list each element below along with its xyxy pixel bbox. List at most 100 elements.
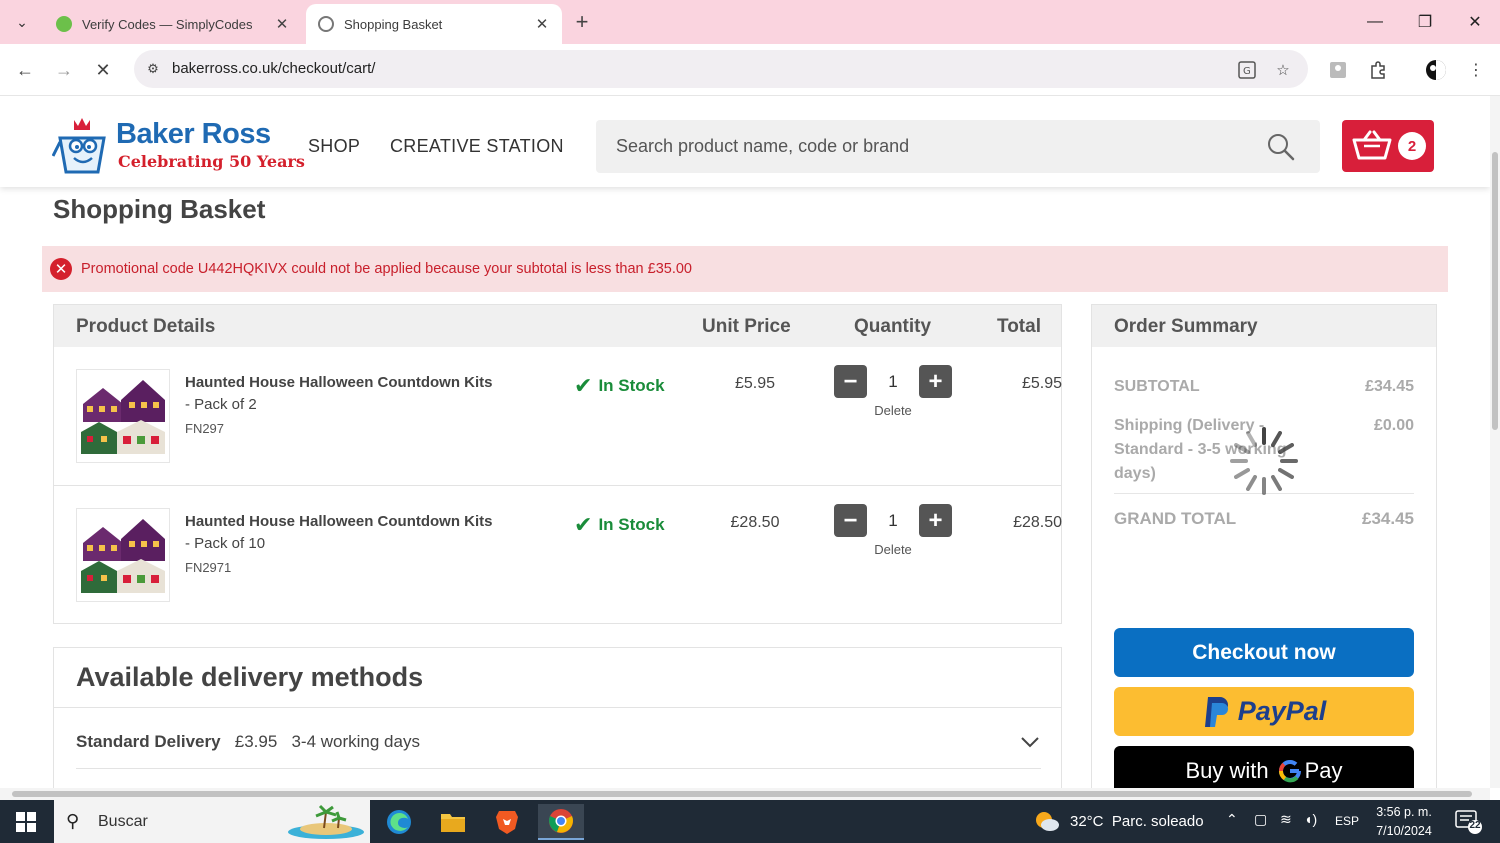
tab-title: Shopping Basket (344, 16, 443, 32)
taskbar-search[interactable]: ⚲ Buscar (54, 800, 370, 843)
minimize-icon[interactable]: — (1352, 6, 1398, 38)
address-bar[interactable]: ⚙ bakerross.co.uk/checkout/cart/ G ☆ (134, 50, 1308, 88)
nav-shop[interactable]: SHOP (308, 136, 360, 157)
product-name[interactable]: Haunted House Halloween Countdown Kits - … (185, 511, 515, 555)
promo-error-alert: ✕ Promotional code U442HQKIVX could not … (42, 246, 1448, 292)
product-image[interactable] (76, 508, 170, 602)
table-row: Haunted House Halloween Countdown Kits - … (54, 486, 1062, 625)
profile-avatar-icon[interactable] (1424, 58, 1448, 82)
page-content: Baker Ross Celebrating 50 Years SHOP CRE… (0, 96, 1490, 788)
paypal-wordmark-text: PayPal (1237, 696, 1327, 726)
windows-taskbar: ⚲ Buscar 32°C Parc. soleado ⌃ ▢ ≋ ◖) ESP… (0, 800, 1500, 843)
close-tab-icon[interactable]: ✕ (270, 15, 294, 33)
translate-icon[interactable]: G (1236, 59, 1258, 81)
site-info-icon[interactable]: ⚙ (144, 60, 162, 78)
stop-loading-icon[interactable]: ✕ (89, 56, 117, 84)
baker-ross-logo[interactable]: Baker Ross Celebrating 50 Years (52, 104, 305, 180)
paypal-wordmark: PayPal (1238, 696, 1327, 727)
clock-date: 7/10/2024 (1376, 824, 1432, 838)
scrollbar-thumb[interactable] (12, 791, 1472, 797)
basket-icon (1352, 130, 1392, 160)
order-summary: Order Summary SUBTOTAL £34.45 Shipping (… (1091, 304, 1437, 788)
tab-search-icon[interactable]: ⌄ (8, 8, 36, 36)
stock-status: ✔ In Stock (574, 373, 665, 399)
subtotal-label: SUBTOTAL (1114, 378, 1200, 395)
col-total: Total (997, 316, 1041, 337)
system-clock[interactable]: 3:56 p. m. 7/10/2024 (1366, 803, 1442, 841)
show-hidden-icons-icon[interactable]: ⌃ (1226, 811, 1238, 828)
loading-favicon-icon (318, 16, 334, 32)
language-indicator[interactable]: ESP (1335, 814, 1359, 828)
profile-extension-icon[interactable] (1326, 58, 1350, 82)
nav-creative-station[interactable]: CREATIVE STATION (390, 136, 564, 157)
delete-link[interactable]: Delete (834, 403, 952, 418)
back-icon[interactable]: ← (11, 56, 39, 84)
col-product-details: Product Details (76, 316, 216, 337)
chrome-app-icon[interactable] (538, 804, 584, 840)
restore-icon[interactable]: ❐ (1402, 6, 1448, 38)
brave-browser-icon[interactable] (484, 804, 530, 840)
decrease-quantity-button[interactable]: − (834, 365, 867, 398)
increase-quantity-button[interactable]: + (919, 365, 952, 398)
product-image[interactable] (76, 369, 170, 463)
stock-status: ✔ In Stock (574, 512, 665, 538)
forward-icon[interactable]: → (50, 56, 78, 84)
google-g-icon (1278, 759, 1301, 782)
notification-count: 22 (1469, 820, 1481, 831)
delete-link[interactable]: Delete (834, 542, 952, 557)
close-tab-icon[interactable]: ✕ (530, 15, 554, 33)
notification-center-icon[interactable]: 22 (1455, 809, 1483, 835)
close-window-icon[interactable]: ✕ (1452, 6, 1498, 38)
quantity-stepper: − 1 + (834, 504, 952, 537)
grand-total-label: GRAND TOTAL (1114, 509, 1237, 528)
tab-shopping-basket[interactable]: Shopping Basket ✕ (306, 4, 562, 44)
edge-app-icon[interactable] (376, 804, 422, 840)
line-total: £5.95 (1021, 375, 1062, 392)
page-title: Shopping Basket (53, 194, 266, 224)
search-input[interactable] (616, 134, 1236, 158)
search-icon[interactable] (1266, 132, 1296, 162)
basket-button[interactable]: 2 (1342, 120, 1434, 172)
quantity-input[interactable]: 1 (867, 504, 919, 537)
wifi-icon[interactable]: ≋ (1280, 811, 1292, 828)
method-time: 3-4 working days (291, 732, 420, 751)
bookmark-star-icon[interactable]: ☆ (1272, 59, 1294, 81)
windows-logo-icon (16, 811, 36, 832)
file-explorer-icon[interactable] (430, 804, 476, 840)
scrollbar-thumb[interactable] (1492, 152, 1498, 430)
quantity-stepper: − 1 + (834, 365, 952, 398)
google-pay-button[interactable]: Buy with Pay (1114, 746, 1414, 788)
decrease-quantity-button[interactable]: − (834, 504, 867, 537)
paypal-icon (1204, 696, 1228, 727)
checkout-now-button[interactable]: Checkout now (1114, 628, 1414, 677)
product-name[interactable]: Haunted House Halloween Countdown Kits - … (185, 372, 515, 416)
horizontal-scrollbar[interactable] (0, 788, 1490, 800)
col-quantity: Quantity (854, 316, 932, 337)
paypal-button[interactable]: PayPal (1114, 687, 1414, 736)
unit-price: £28.50 (730, 514, 780, 531)
summary-title: Order Summary (1114, 316, 1258, 337)
delivery-method-standard[interactable]: Standard Delivery £3.95 3-4 working days (76, 732, 420, 752)
product-title[interactable]: Haunted House Halloween Countdown Kits (185, 513, 493, 530)
mascot-logo-icon (52, 118, 106, 174)
vertical-scrollbar[interactable] (1490, 96, 1500, 788)
error-icon: ✕ (50, 258, 72, 280)
browser-menu-icon[interactable]: ⋮ (1464, 58, 1488, 82)
weather-widget[interactable]: 32°C Parc. soleado (1034, 810, 1204, 832)
meet-now-icon[interactable]: ▢ (1254, 811, 1267, 828)
cart-table-header: Product Details Unit Price Quantity Tota… (54, 305, 1061, 347)
grand-total-value: £34.45 (1362, 509, 1414, 528)
chevron-down-icon[interactable] (1018, 732, 1042, 752)
tab-simplycodes[interactable]: Verify Codes — SimplyCodes ✕ (44, 4, 302, 44)
new-tab-icon[interactable]: + (568, 8, 596, 36)
quantity-input[interactable]: 1 (867, 365, 919, 398)
weather-text: 32°C Parc. soleado (1070, 812, 1204, 830)
product-title[interactable]: Haunted House Halloween Countdown Kits (185, 374, 493, 391)
url-text[interactable]: bakerross.co.uk/checkout/cart/ (172, 60, 375, 77)
extensions-puzzle-icon[interactable] (1366, 58, 1390, 82)
increase-quantity-button[interactable]: + (919, 504, 952, 537)
divider (76, 768, 1041, 769)
start-button[interactable] (0, 800, 52, 843)
gpay-suffix: Pay (1304, 757, 1343, 783)
volume-icon[interactable]: ◖) (1304, 811, 1317, 827)
